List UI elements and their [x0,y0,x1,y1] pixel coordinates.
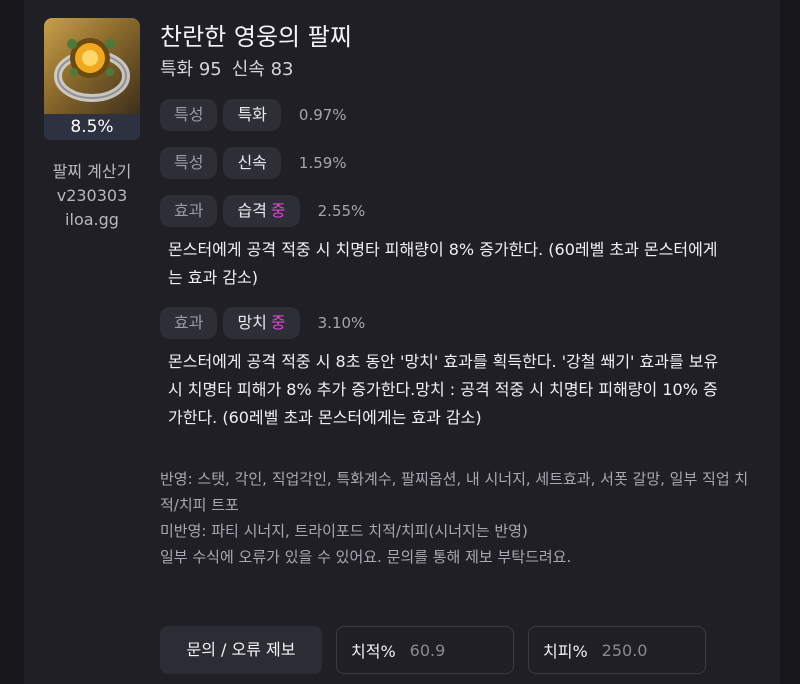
effect-value: 1.59% [298,154,347,172]
item-summary: 8.5% 팔찌 계산기 v230303 iloa.gg [44,18,140,232]
notes-applied: 반영: 스탯, 각인, 직업각인, 특화계수, 팔찌옵션, 내 시너지, 세트효… [160,470,749,514]
bottom-bar: 문의 / 오류 제보 치적% 60.9 치피% 250.0 [160,626,706,674]
effect-name: 습격 중 [223,195,300,227]
effect-name: 특화 [223,99,281,131]
bracelet-item-image [44,18,140,114]
effect-row: 효과 망치 중 3.10% [160,306,770,340]
effect-grade: 중 [270,313,286,332]
item-stats: 특화 95 신속 83 [160,56,770,84]
effect-value: 0.97% [298,106,347,124]
crit-rate-label: 치적% [351,642,396,661]
stat-swiftness: 신속 83 [231,59,294,80]
effect-row: 특성 신속 1.59% [160,146,770,180]
effect-kind: 효과 [160,195,218,227]
effect-row: 특성 특화 0.97% [160,98,770,132]
effect-description: 몬스터에게 공격 적중 시 치명타 피해량이 8% 증가한다. (60레벨 초과… [168,240,718,287]
item-details: 찬란한 영웅의 팔찌 특화 95 신속 83 특성 특화 0.97% 특성 신속 … [160,20,770,570]
effect-name: 신속 [223,147,281,179]
notes-not-applied: 미반영: 파티 시너지, 트라이포드 치적/치피(시너지는 반영) [160,522,528,540]
bracelet-icon [54,38,130,102]
crit-damage-field[interactable]: 치피% 250.0 [528,626,706,674]
effect-kind: 특성 [160,147,218,179]
calc-notes: 반영: 스탯, 각인, 직업각인, 특화계수, 팔찌옵션, 내 시너지, 세트효… [160,466,760,570]
crit-damage-value[interactable]: 250.0 [602,641,648,660]
app-name: 팔찌 계산기 [52,162,132,181]
app-site: iloa.gg [65,210,119,229]
app-version: v230303 [56,186,128,205]
crit-damage-label: 치피% [543,642,588,661]
effect-row: 효과 습격 중 2.55% [160,194,770,228]
item-percent: 8.5% [44,114,140,140]
effect-grade: 중 [270,201,286,220]
effect-kind: 효과 [160,307,218,339]
effect-name: 망치 중 [223,307,300,339]
item-name: 찬란한 영웅의 팔찌 [160,23,352,51]
effect-value: 3.10% [317,314,366,332]
effect-value: 2.55% [317,202,366,220]
notes-disclaimer: 일부 수식에 오류가 있을 수 있어요. 문의를 통해 제보 부탁드려요. [160,548,572,566]
effect-kind: 특성 [160,99,218,131]
report-error-button[interactable]: 문의 / 오류 제보 [160,626,322,674]
app-info: 팔찌 계산기 v230303 iloa.gg [44,160,140,232]
stat-specialization: 특화 95 [160,59,222,80]
crit-rate-value[interactable]: 60.9 [410,641,446,660]
crit-rate-field[interactable]: 치적% 60.9 [336,626,514,674]
effect-description: 몬스터에게 공격 적중 시 8초 동안 '망치' 효과를 획득한다. '강철 쐐… [168,352,719,427]
